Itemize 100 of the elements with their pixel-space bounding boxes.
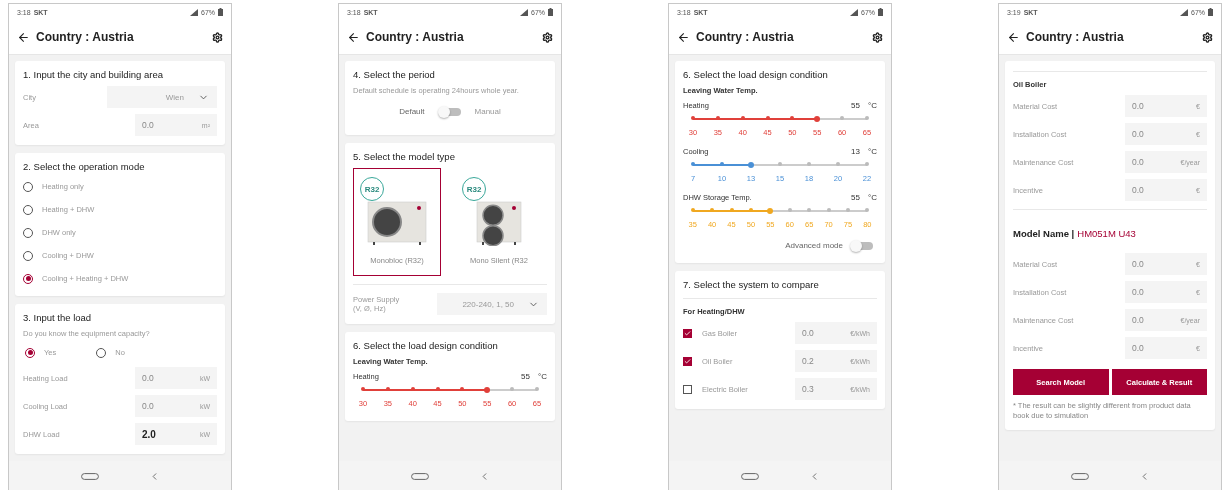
slider-thumb[interactable] [484,387,491,393]
slider-dot [435,387,440,391]
battery-icon [1208,8,1213,16]
text-input[interactable]: 0.0 [142,399,176,413]
settings-icon[interactable] [1202,31,1213,43]
screen-title: Country : Austria [1026,30,1125,44]
settings-icon[interactable] [212,31,223,43]
slider-dot [836,162,840,166]
card-title: 6. Select the load design condition [353,340,499,351]
home-icon[interactable] [740,472,759,480]
unit-label: °C [868,147,877,156]
back-button[interactable] [347,30,360,44]
settings-icon[interactable] [872,31,883,43]
signal-icon [1180,8,1188,16]
slider-dot [787,208,792,212]
refrigerant-badge: R32 [462,177,486,201]
unit-label: °C [868,193,877,202]
home-icon[interactable] [410,472,429,480]
back-button[interactable] [17,30,30,44]
slider-dot [845,208,850,212]
card-title: 6. Select the load design condition [683,69,829,80]
slider-dot [385,387,390,391]
screen-title: Country : Austria [696,30,795,44]
slider-thumb[interactable] [767,208,774,214]
slider-dot [691,162,695,166]
text-input[interactable]: 0.0 [1132,313,1166,327]
text-input[interactable]: 0.0 [1132,257,1166,271]
model-name-value: HM051M U43 [1077,228,1136,239]
text-input[interactable]: 0.0 [1132,155,1166,169]
slider-dot [740,116,745,120]
text-input[interactable]: 0.0 [142,371,176,385]
text-input[interactable]: 0.0 [1132,183,1166,197]
slider-dot [765,116,770,120]
slider-dot [691,116,695,120]
screen-title: Country : Austria [36,30,135,44]
card-title: 7. Select the system to compare [683,279,820,290]
card-title: 2. Select the operation mode [23,161,146,172]
slider-value: 55 [851,101,860,110]
card-title: 3. Input the load [23,312,93,323]
signal-icon [190,8,198,16]
switch-label: Advanced mode [785,241,843,250]
dropdown[interactable]: 220-240, 1, 50 [437,293,547,315]
slider-dot [790,116,795,120]
text-input[interactable]: 2.0 [142,427,176,441]
outdoor-unit-drawing [476,200,522,246]
battery-icon [548,8,553,16]
slider-dot [720,162,724,166]
slider-value: 13 [851,147,860,156]
slider-dot [361,387,365,391]
slider-dot [826,208,831,212]
card-title: 4. Select the period [353,69,436,80]
battery-icon [218,8,223,16]
home-icon[interactable] [80,472,99,480]
text-input[interactable]: 0.0 [1132,341,1166,355]
slider-dot [865,162,869,166]
text-input[interactable]: 0.2 [802,354,836,368]
signal-icon [850,8,858,16]
slider-dot [864,116,869,120]
model-name-label: Model Name | [1013,228,1075,239]
slider-value: 55 [851,193,860,202]
text-input[interactable]: 0.3 [802,382,836,396]
checkbox[interactable] [683,384,692,394]
card-title: 1. Input the city and building area [23,69,164,80]
slider-dot [807,208,812,212]
slider-dot [710,208,715,212]
slider-dot [729,208,734,212]
text-input[interactable]: 0.0 [802,326,836,340]
checkbox[interactable] [683,328,692,338]
unit-label: °C [868,101,877,110]
slider-dot [410,387,415,391]
slider-thumb[interactable] [748,162,754,168]
text-input[interactable]: 0.0 [1132,127,1166,141]
home-icon[interactable] [1070,472,1089,480]
slider-thumb[interactable] [814,116,821,122]
slider-value: 55 [521,372,530,381]
slider-dot [807,162,811,166]
signal-icon [520,8,528,16]
back-button[interactable] [677,30,690,44]
back-button[interactable] [1007,30,1020,44]
text-input[interactable]: 0.0 [1132,285,1166,299]
text-input[interactable]: 0.0 [1132,99,1166,113]
toggle-label: Default [399,107,425,116]
toggle-switch[interactable] [851,241,873,250]
toggle-label: Manual [474,107,501,116]
dropdown[interactable]: Wien [107,86,217,108]
slider-dot [778,162,782,166]
slider-dot [510,387,515,391]
slider-dot [534,387,539,391]
card-title: 5. Select the model type [353,151,456,162]
toggle-switch[interactable] [438,107,461,116]
slider-dot [865,208,870,212]
battery-icon [878,8,883,16]
screen-title: Country : Austria [366,30,465,44]
text-input[interactable]: 0.0 [142,118,176,132]
slider-dot [840,116,845,120]
checkbox[interactable] [683,356,692,366]
unit-label: °C [538,372,547,381]
slider-dot [748,208,753,212]
slider-dot [460,387,465,391]
settings-icon[interactable] [542,31,553,43]
